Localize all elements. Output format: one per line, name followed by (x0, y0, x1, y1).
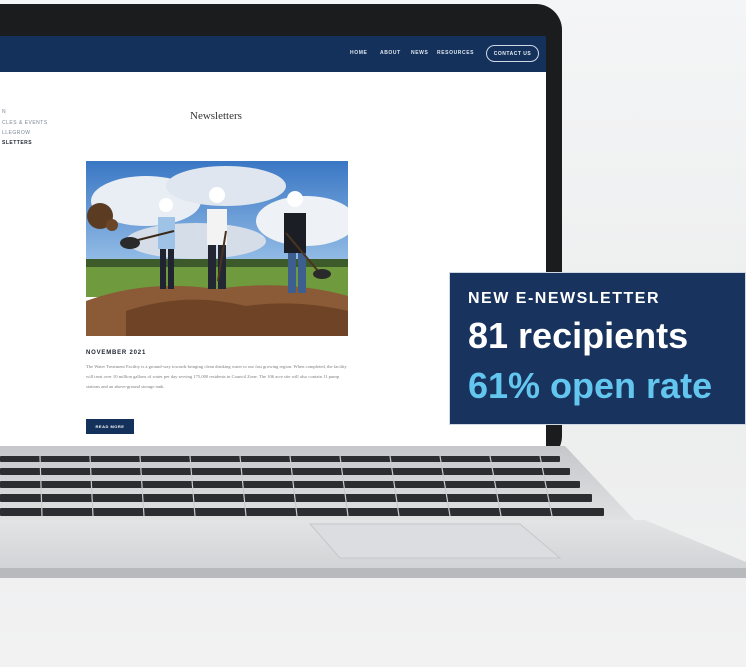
photo-illustration (86, 161, 348, 336)
site-nav-bar: HOME ABOUT NEWS RESOURCES CONTACT US (0, 36, 546, 72)
article-excerpt: The Water Treatment Facility is a ground… (86, 364, 347, 389)
laptop-base (0, 520, 746, 578)
base-illustration (0, 520, 746, 578)
groundbreaking-photo (86, 161, 348, 336)
callout-kicker: NEW E-NEWSLETTER (468, 290, 660, 307)
nav-resources[interactable]: RESOURCES (437, 50, 474, 56)
sidebar-link-calendar[interactable]: LLEGROW (2, 130, 31, 136)
sidebar-link-newsletters[interactable]: SLETTERS (2, 140, 32, 146)
keyboard-illustration (0, 446, 640, 526)
nav-news[interactable]: NEWS (411, 50, 428, 56)
nav-home[interactable]: HOME (350, 50, 367, 56)
sidebar-link-home[interactable]: N (2, 109, 6, 115)
article-date: NOVEMBER 2021 (86, 350, 147, 356)
open-rate-stat: 61% open rate (468, 365, 713, 406)
contact-us-button[interactable]: CONTACT US (486, 45, 539, 62)
recipients-stat: 81 recipients (468, 315, 689, 356)
nav-about[interactable]: ABOUT (380, 50, 401, 56)
sidebar-link-articles-events[interactable]: CLES & EVENTS (2, 120, 48, 126)
page-title: Newsletters (190, 110, 242, 122)
read-more-button[interactable]: READ MORE (86, 419, 134, 434)
laptop-keyboard (0, 446, 746, 526)
newsletter-stats-callout: NEW E-NEWSLETTER 81 recipients 61% open … (449, 272, 746, 425)
